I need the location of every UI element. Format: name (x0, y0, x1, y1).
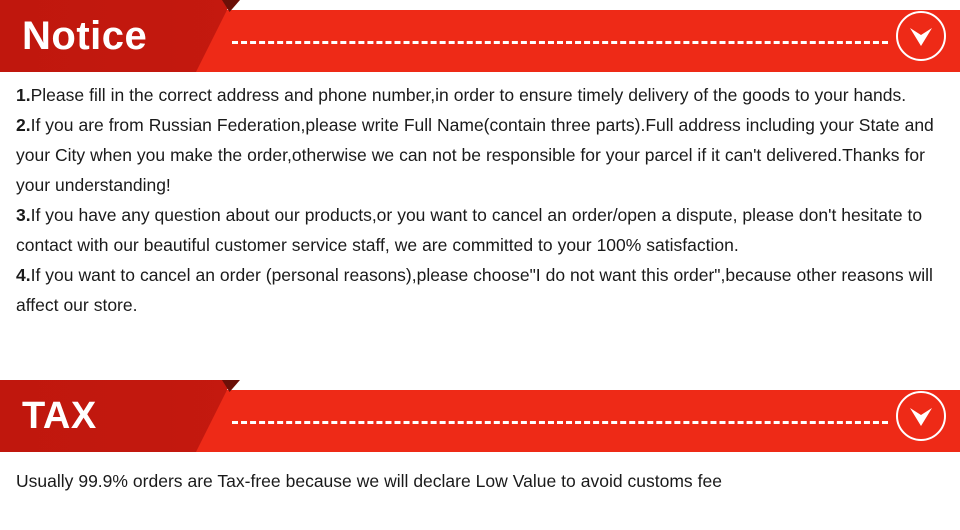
notice-paragraph-1: 1.Please fill in the correct address and… (16, 80, 946, 110)
notice-paragraph-2: 2.If you are from Russian Federation,ple… (16, 110, 946, 200)
chevron-down-icon[interactable] (896, 391, 946, 441)
chevron-down-icon[interactable] (896, 11, 946, 61)
promo-info-page: Notice 1.Please fill in the correct addr… (0, 0, 960, 530)
notice-paragraph-3-number: 3. (16, 205, 31, 225)
notice-paragraph-2-number: 2. (16, 115, 31, 135)
tax-body: Usually 99.9% orders are Tax-free becaus… (0, 452, 960, 496)
tax-section-header: TAX (0, 380, 960, 452)
notice-title: Notice (22, 14, 148, 58)
tax-paragraph-1: Usually 99.9% orders are Tax-free becaus… (16, 466, 946, 496)
notice-section-header: Notice (0, 0, 960, 72)
tax-title: TAX (22, 395, 97, 437)
tax-dashed-rule (232, 421, 888, 424)
notice-body: 1.Please fill in the correct address and… (0, 72, 960, 380)
notice-paragraph-3: 3.If you have any question about our pro… (16, 200, 946, 260)
notice-paragraph-2-text: If you are from Russian Federation,pleas… (16, 115, 934, 195)
notice-paragraph-3-text: If you have any question about our produ… (16, 205, 923, 255)
notice-paragraph-1-number: 1. (16, 85, 31, 105)
notice-paragraph-4-number: 4. (16, 265, 31, 285)
notice-paragraph-4-text: If you want to cancel an order (personal… (16, 265, 933, 315)
notice-paragraph-1-text: Please fill in the correct address and p… (30, 85, 907, 105)
tax-paragraph-1-text: Usually 99.9% orders are Tax-free becaus… (16, 471, 722, 491)
notice-paragraph-4: 4.If you want to cancel an order (person… (16, 260, 946, 320)
notice-dashed-rule (232, 41, 888, 44)
